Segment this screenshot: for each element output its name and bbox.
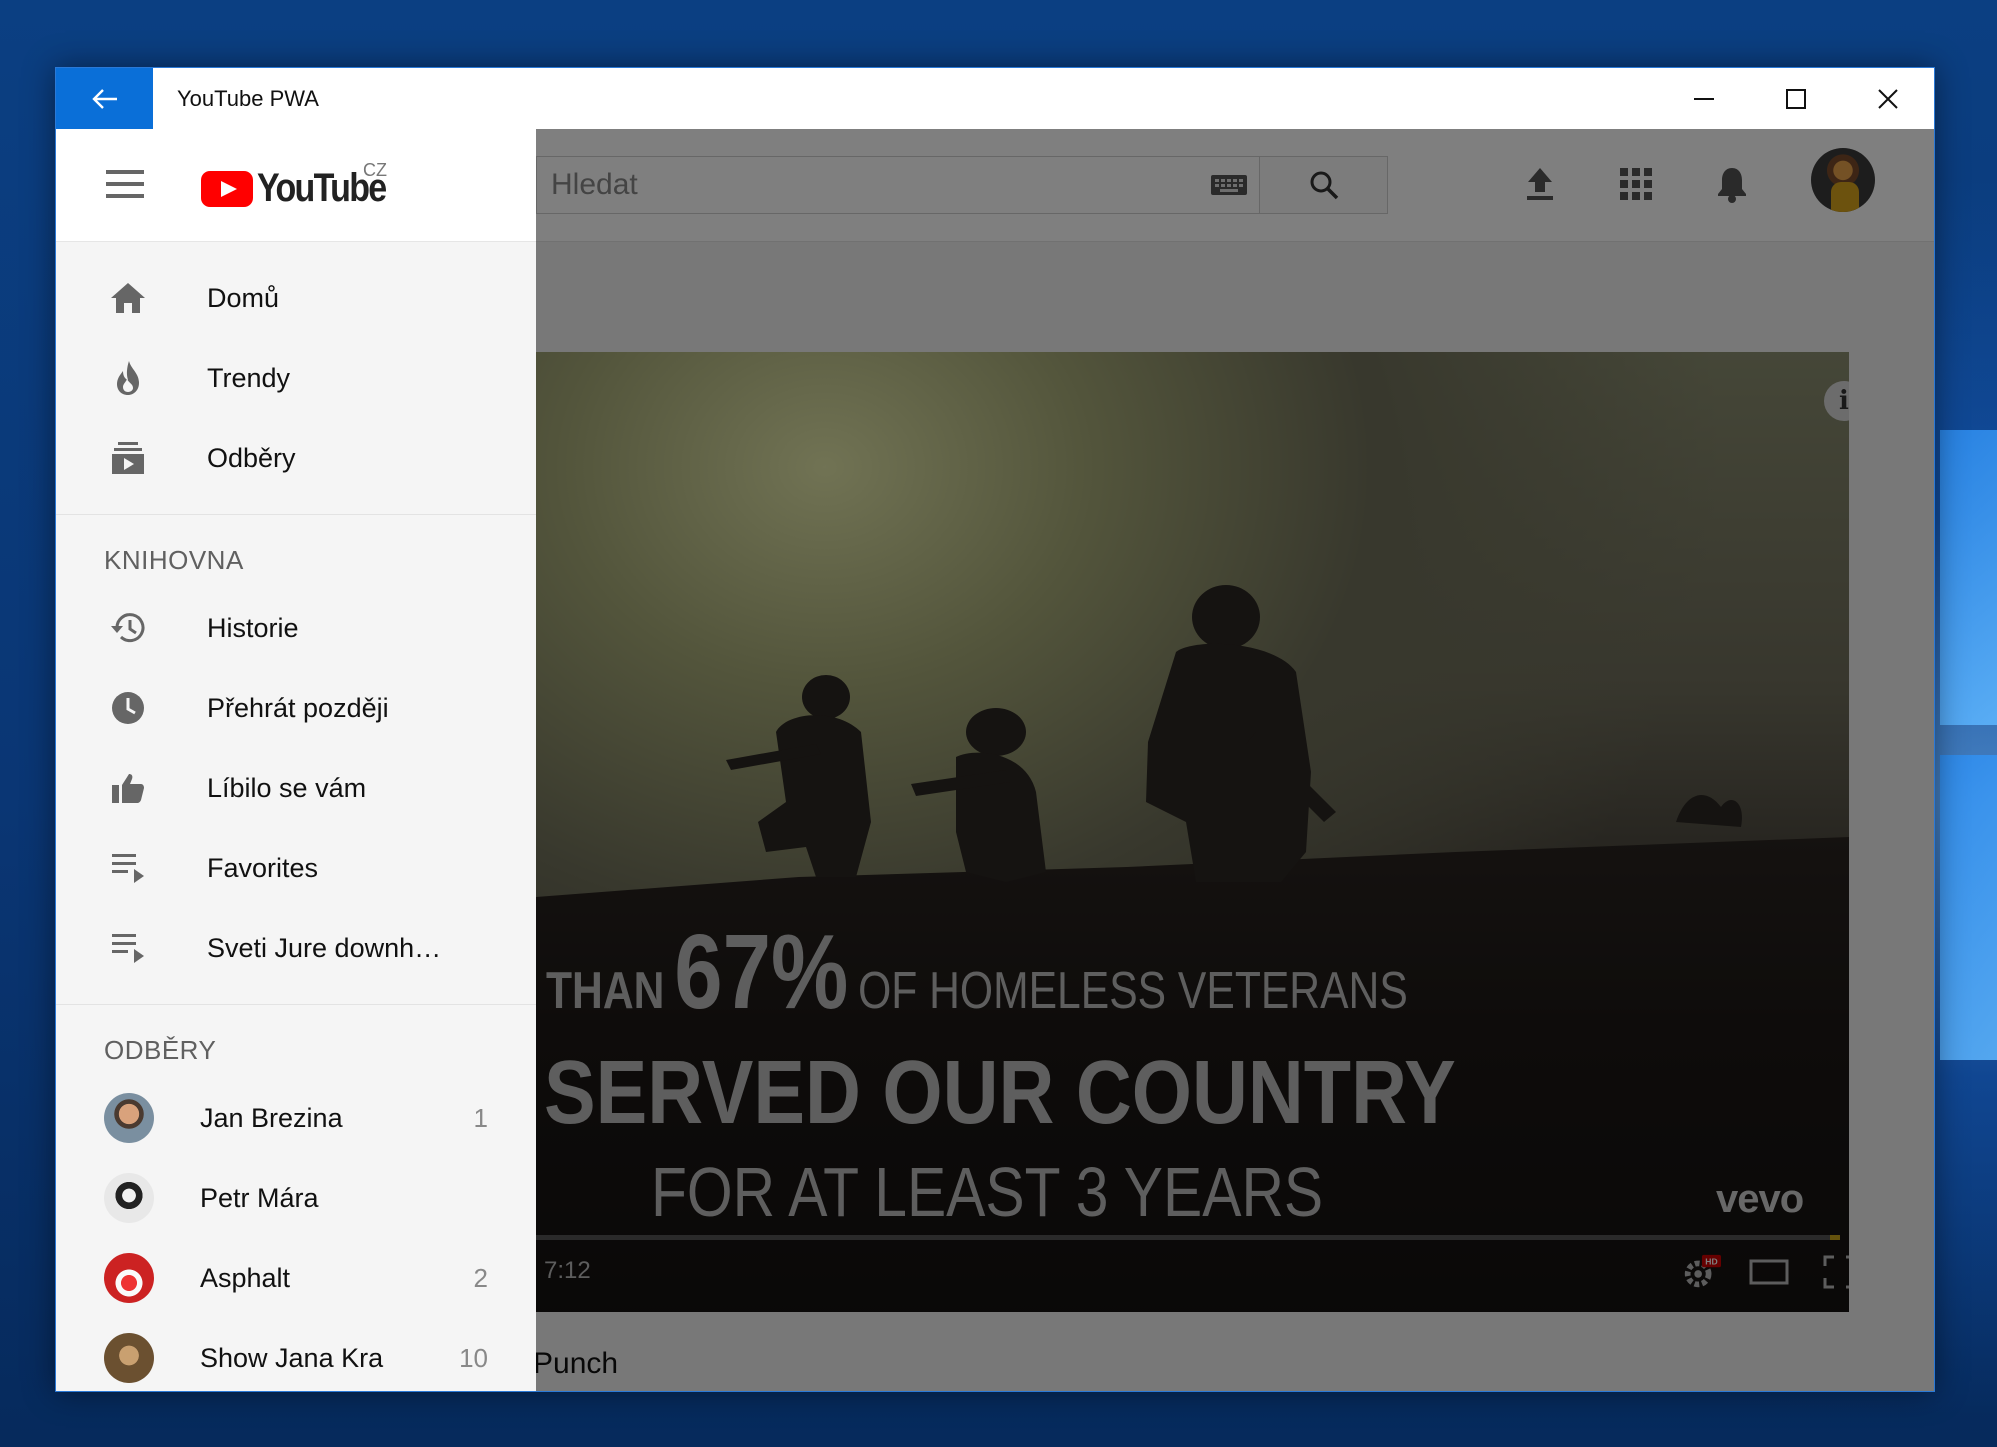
title-bar: YouTube PWA bbox=[56, 68, 1934, 129]
close-button[interactable] bbox=[1842, 68, 1934, 129]
sidebar-item-líbilo-se-vám[interactable]: Líbilo se vám bbox=[56, 748, 536, 828]
sidebar-item-historie[interactable]: Historie bbox=[56, 588, 536, 668]
channel-avatar bbox=[104, 1253, 154, 1303]
thumbs-up-icon bbox=[106, 766, 150, 810]
sidebar-item-favorites[interactable]: Favorites bbox=[56, 828, 536, 908]
caption-buttons bbox=[1658, 68, 1934, 129]
playlist-icon bbox=[106, 926, 150, 970]
clock-icon bbox=[106, 686, 150, 730]
new-videos-count: 10 bbox=[459, 1342, 488, 1373]
sidebar-item-label: Historie bbox=[207, 612, 299, 643]
guide-drawer: YouTube CZ Domů Trendy Odběry KNIHOVNA His… bbox=[56, 129, 536, 1391]
home-icon bbox=[106, 276, 150, 320]
sidebar-item-label: Domů bbox=[207, 282, 280, 313]
windows-logo-pane bbox=[1940, 430, 1997, 725]
channel-name: Show Jana Kra bbox=[200, 1342, 384, 1373]
logo-region: CZ bbox=[363, 160, 387, 180]
flame-icon bbox=[106, 356, 150, 400]
sidebar-item-label: Líbilo se vám bbox=[207, 772, 367, 803]
windows-logo-pane bbox=[1940, 755, 1997, 1060]
drawer-header: YouTube CZ bbox=[56, 129, 536, 242]
hamburger-menu-icon[interactable] bbox=[106, 170, 144, 200]
channel-avatar bbox=[104, 1333, 154, 1383]
main-nav-section: Domů Trendy Odběry bbox=[56, 242, 536, 515]
new-videos-count: 2 bbox=[473, 1262, 488, 1293]
sidebar-item-label: Odběry bbox=[207, 442, 296, 473]
maximize-icon bbox=[1786, 88, 1806, 109]
sidebar-item-trendy[interactable]: Trendy bbox=[56, 338, 536, 418]
channel-name: Asphalt bbox=[200, 1262, 291, 1293]
back-button[interactable] bbox=[56, 68, 153, 129]
minimize-button[interactable] bbox=[1658, 68, 1750, 129]
subscription-item[interactable]: Asphalt 2 bbox=[56, 1238, 536, 1318]
library-section: KNIHOVNA Historie Přehrát později Líbilo s… bbox=[56, 545, 536, 1005]
channel-avatar bbox=[104, 1173, 154, 1223]
channel-name: Petr Mára bbox=[200, 1182, 319, 1213]
library-title: KNIHOVNA bbox=[104, 545, 244, 575]
subscription-item[interactable]: Petr Mára bbox=[56, 1158, 536, 1238]
sidebar-item-label: Trendy bbox=[207, 362, 291, 393]
sidebar-item-label: Přehrát později bbox=[207, 692, 389, 723]
channel-name: Jan Brezina bbox=[200, 1102, 343, 1133]
app-content: i THAN67%OF HOMELESS VETERANS SERVED OUR… bbox=[56, 129, 1934, 1391]
arrow-left-icon bbox=[91, 88, 117, 109]
subscription-item[interactable]: Show Jana Kra 10 bbox=[56, 1318, 536, 1391]
maximize-button[interactable] bbox=[1750, 68, 1842, 129]
minimize-icon bbox=[1694, 97, 1714, 100]
channel-avatar bbox=[104, 1093, 154, 1143]
sidebar-item-přehrát-později[interactable]: Přehrát později bbox=[56, 668, 536, 748]
sidebar-item-label: Sveti Jure downh… bbox=[207, 932, 442, 963]
subscriptions-section: ODBĚRY Jan Brezina 1 Petr Mára Asphalt 2 Show… bbox=[56, 1035, 536, 1391]
window-title: YouTube PWA bbox=[177, 85, 319, 111]
close-icon bbox=[1878, 88, 1898, 109]
subscription-item[interactable]: Jan Brezina 1 bbox=[56, 1078, 536, 1158]
youtube-play-icon bbox=[201, 170, 253, 207]
subscriptions-icon bbox=[106, 436, 150, 480]
subscriptions-title: ODBĚRY bbox=[104, 1035, 217, 1065]
history-icon bbox=[106, 606, 150, 650]
app-window: YouTube PWA Hledat YouTube CZ Domů Trend… bbox=[55, 67, 1935, 1392]
sidebar-item-domů[interactable]: Domů bbox=[56, 258, 536, 338]
sidebar-item-label: Favorites bbox=[207, 852, 319, 883]
sidebar-item-odběry[interactable]: Odběry bbox=[56, 418, 536, 498]
youtube-logo[interactable]: YouTube CZ bbox=[201, 160, 408, 211]
sidebar-item-sveti-jure-downh-[interactable]: Sveti Jure downh… bbox=[56, 908, 536, 988]
new-videos-count: 1 bbox=[473, 1102, 488, 1133]
playlist-icon bbox=[106, 846, 150, 890]
